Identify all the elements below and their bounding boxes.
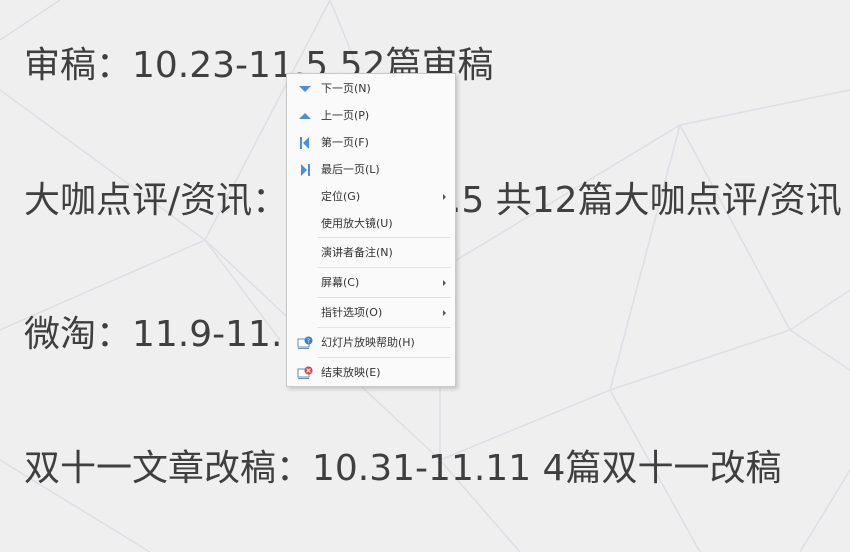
menu-item-label: 幻灯片放映帮助(H) bbox=[321, 336, 415, 349]
menu-item-next-page[interactable]: 下一页(N) bbox=[287, 75, 455, 102]
first-page-icon bbox=[297, 129, 313, 156]
menu-item-label: 结束放映(E) bbox=[321, 366, 381, 379]
menu-item-label: 第一页(F) bbox=[321, 136, 369, 149]
menu-item-last-page[interactable]: 最后一页(L) bbox=[287, 156, 455, 183]
triangle-up-icon bbox=[297, 102, 313, 129]
submenu-arrow-icon bbox=[443, 309, 446, 316]
menu-item-previous-page[interactable]: 上一页(P) bbox=[287, 102, 455, 129]
menu-item-label: 屏幕(C) bbox=[321, 276, 360, 289]
svg-text:?: ? bbox=[307, 338, 310, 345]
submenu-arrow-icon bbox=[443, 193, 446, 200]
context-menu: 下一页(N) 上一页(P) 第一页(F) 最后一页(L) 定位(G) 使用放大镜… bbox=[286, 73, 456, 387]
menu-item-pointer-options[interactable]: 指针选项(O) bbox=[287, 298, 455, 327]
end-show-icon bbox=[297, 358, 313, 387]
help-icon: ? bbox=[297, 328, 313, 357]
slide-text-line: 双十一文章改稿：10.31-11.11 4篇双十一改稿 bbox=[24, 448, 782, 489]
last-page-icon bbox=[297, 156, 313, 183]
menu-item-label: 下一页(N) bbox=[321, 82, 371, 95]
menu-item-label: 指针选项(O) bbox=[321, 306, 383, 319]
menu-item-label: 使用放大镜(U) bbox=[321, 217, 393, 230]
menu-item-label: 定位(G) bbox=[321, 190, 361, 203]
menu-item-label: 上一页(P) bbox=[321, 109, 370, 122]
menu-item-speaker-notes[interactable]: 演讲者备注(N) bbox=[287, 238, 455, 267]
menu-item-first-page[interactable]: 第一页(F) bbox=[287, 129, 455, 156]
menu-item-label: 最后一页(L) bbox=[321, 163, 380, 176]
menu-item-slideshow-help[interactable]: ? 幻灯片放映帮助(H) bbox=[287, 328, 455, 357]
menu-item-screen[interactable]: 屏幕(C) bbox=[287, 268, 455, 297]
menu-item-label: 演讲者备注(N) bbox=[321, 246, 393, 259]
menu-item-use-magnifier[interactable]: 使用放大镜(U) bbox=[287, 210, 455, 237]
menu-item-end-show[interactable]: 结束放映(E) bbox=[287, 358, 455, 387]
menu-item-locate[interactable]: 定位(G) bbox=[287, 183, 455, 210]
submenu-arrow-icon bbox=[443, 279, 446, 286]
triangle-down-icon bbox=[297, 75, 313, 102]
